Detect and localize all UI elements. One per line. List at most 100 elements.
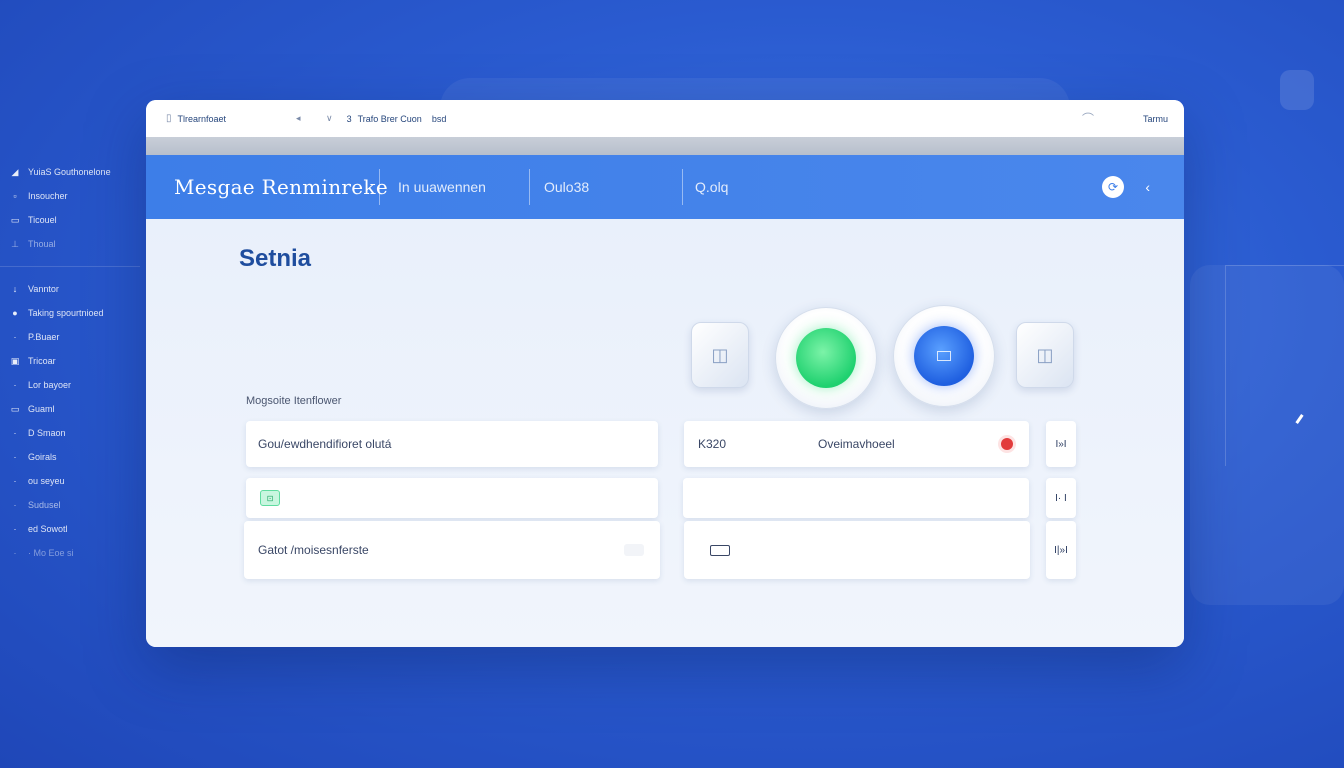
keyboard-icon <box>710 544 730 556</box>
sidebar-item-label: Vanntor <box>28 284 59 294</box>
blue-orb-icon <box>914 326 974 386</box>
dot-icon: · <box>13 500 17 510</box>
side-button-2[interactable]: I· I <box>1046 478 1076 518</box>
sidebar-item[interactable]: · Sudusel <box>10 493 135 517</box>
device-left-icon[interactable]: ◫ <box>691 322 749 388</box>
sidebar-item[interactable]: · · Mo Eoe si <box>10 541 135 565</box>
wedge-icon: ◢ <box>11 166 19 177</box>
value-field-2[interactable] <box>683 478 1029 518</box>
chevron-down-icon: ∨ <box>326 113 333 123</box>
sidebar-item-label: Thoual <box>28 239 56 249</box>
box-icon: ▣ <box>10 355 20 366</box>
tab-3[interactable]: Q.olq <box>695 179 728 195</box>
text-input-3[interactable]: Gatot /moisesnferste <box>244 521 660 579</box>
green-status-button[interactable] <box>775 307 877 409</box>
blue-status-button[interactable] <box>893 305 995 407</box>
sidebar-item[interactable]: · D Smaon <box>10 421 135 445</box>
code-value: K320 <box>698 437 727 451</box>
breadcrumb-path: Trafo Brer Cuon <box>357 113 422 124</box>
sidebar-item-label: Ticouel <box>28 215 57 225</box>
tab-2[interactable]: Oulo38 <box>544 179 589 195</box>
input-value: Gou/ewdhendifioret olutá <box>258 437 392 451</box>
value-field-1[interactable]: K320 Oveimavhoeel <box>684 421 1029 467</box>
dot-icon: · <box>13 452 17 462</box>
tag-chip-icon[interactable]: ⊡ <box>260 490 280 506</box>
sidebar-item[interactable]: ▭ Guaml <box>10 397 135 421</box>
sidebar-item[interactable]: ▫ Insoucher <box>10 184 135 208</box>
back-arrow-icon[interactable]: ‹ <box>1145 179 1150 195</box>
app-name: Tlrearnfoaet <box>177 113 227 124</box>
breadcrumb[interactable]: ∨ 3 Trafo Brer Cuon bsd <box>326 113 446 124</box>
sidebar-item-label: · Mo Eoe si <box>28 548 74 558</box>
app-name-group[interactable]: ▯ Tlrearnfoaet <box>166 113 226 124</box>
nav-back-icon[interactable]: ◂ <box>296 113 301 124</box>
breadcrumb-suffix: bsd <box>431 113 447 124</box>
sidebar-item-label: ed Sowotl <box>28 524 68 534</box>
refresh-icon[interactable]: ⟳ <box>1102 176 1124 198</box>
dot-icon: · <box>13 548 17 558</box>
sidebar-item-label: Goirals <box>28 452 57 462</box>
sidebar-item-label: Tricoar <box>28 356 56 366</box>
sidebar: ◢ YuiaS Gouthonelone ▫ Insoucher ▭ Ticouel … <box>0 160 140 565</box>
dot-icon: · <box>13 524 17 534</box>
dot-icon: · <box>13 428 17 438</box>
sidebar-item[interactable]: · ou seyeu <box>10 469 135 493</box>
background-frame <box>1225 265 1344 466</box>
sidebar-item-label: Lor bayoer <box>28 380 72 390</box>
text-input-2[interactable]: ⊡ <box>246 478 658 518</box>
title-bar: ▯ Tlrearnfoaet ◂ ∨ 3 Trafo Brer Cuon bsd… <box>146 100 1184 137</box>
card-icon: ▭ <box>10 214 20 225</box>
sidebar-item[interactable]: ▭ Ticouel <box>10 208 135 232</box>
header-divider <box>529 169 530 205</box>
header-divider <box>379 169 380 205</box>
card-icon: ▭ <box>10 403 20 414</box>
path-number: 3 <box>346 113 352 124</box>
sidebar-item-label: YuiaS Gouthonelone <box>28 167 111 177</box>
account-label[interactable]: Tarmu <box>1143 114 1168 124</box>
app-window: ▯ Tlrearnfoaet ◂ ∨ 3 Trafo Brer Cuon bsd… <box>146 100 1184 647</box>
page-header: Mesgae Renminreke In uuawennen Oulo38 Q.… <box>146 155 1184 219</box>
sidebar-item[interactable]: ● Taking spourtnioed <box>10 301 135 325</box>
toggle-icon[interactable] <box>624 544 644 556</box>
sidebar-item-label: ou seyeu <box>28 476 65 486</box>
pin-icon: ⊥ <box>11 238 19 249</box>
sidebar-item-label: P.Buaer <box>28 332 60 342</box>
toolbar-strip <box>146 137 1184 155</box>
sidebar-item[interactable]: ↓ Vanntor <box>10 277 135 301</box>
sidebar-item[interactable]: · Lor bayoer <box>10 373 135 397</box>
sidebar-item[interactable]: · Goirals <box>10 445 135 469</box>
text-input-1[interactable]: Gou/ewdhendifioret olutá <box>246 421 658 467</box>
arrow-down-icon: ↓ <box>12 284 18 294</box>
dot-icon: · <box>13 380 17 390</box>
green-orb-icon <box>796 328 856 388</box>
background-hexagon <box>1280 70 1314 110</box>
sidebar-item-label: Sudusel <box>28 500 61 510</box>
side-button-3[interactable]: I|»I <box>1046 521 1076 579</box>
sidebar-item-label: Taking spourtnioed <box>28 308 104 318</box>
value-field-3[interactable] <box>684 521 1030 579</box>
side-button-1[interactable]: I»I <box>1046 421 1076 467</box>
sidebar-item[interactable]: ▣ Tricoar <box>10 349 135 373</box>
sidebar-item[interactable]: ◢ YuiaS Gouthonelone <box>10 160 135 184</box>
sidebar-item-label: Insoucher <box>28 191 68 201</box>
sidebar-divider <box>0 266 140 267</box>
tab-1[interactable]: In uuawennen <box>398 179 486 195</box>
sidebar-item[interactable]: · ed Sowotl <box>10 517 135 541</box>
alert-dot-icon[interactable] <box>1001 438 1013 450</box>
dot-icon: · <box>13 476 17 486</box>
sidebar-item-label: D Smaon <box>28 428 66 438</box>
input-value: Gatot /moisesnferste <box>258 543 369 557</box>
device-right-icon[interactable]: ◫ <box>1016 322 1074 388</box>
field-label: Mogsoite Itenflower <box>246 395 342 407</box>
account-name: Tarmu <box>1142 113 1168 124</box>
field-value: Oveimavhoeel <box>818 437 895 451</box>
sidebar-item[interactable]: · P.Buaer <box>10 325 135 349</box>
app-icon: ▯ <box>166 113 172 124</box>
sidebar-item-label: Guaml <box>28 404 55 414</box>
wifi-icon[interactable]: ⌒ <box>1082 110 1094 127</box>
person-icon: ● <box>12 308 18 318</box>
sidebar-item[interactable]: ⊥ Thoual <box>10 232 135 256</box>
settings-panel: Setnia ◫ ◫ Mogsoite Itenflower Gou/ewdhe… <box>146 219 1184 647</box>
header-divider <box>682 169 683 205</box>
page-title: Mesgae Renminreke <box>174 175 388 199</box>
